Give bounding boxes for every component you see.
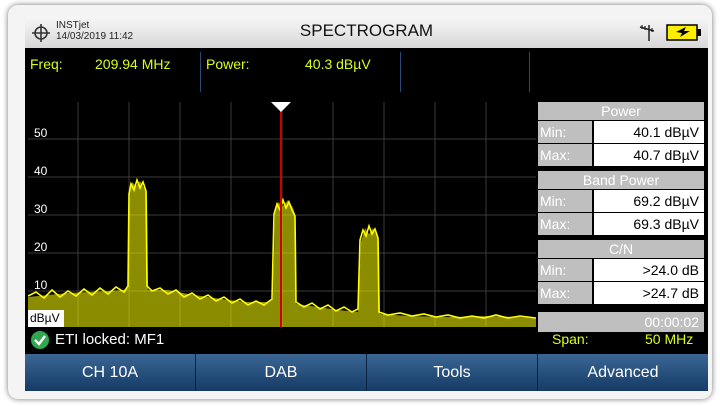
channel-button[interactable]: CH 10A (25, 354, 196, 391)
band-power-max-row: Max: 69.3 dBµV (538, 213, 704, 235)
span-label: Span: (552, 331, 589, 347)
spectrum-graph (28, 102, 536, 327)
band-power-min-value: 69.2 dBµV (594, 190, 704, 212)
cn-header: C/N (538, 240, 704, 258)
page-title: SPECTROGRAM (299, 21, 434, 40)
battery-icon (666, 24, 701, 41)
cn-min-row: Min: >24.0 dB (538, 259, 704, 281)
advanced-button[interactable]: Advanced (538, 354, 708, 391)
title-bar: INSTjet 14/03/2019 11:42 SPECTROGRAM (25, 17, 708, 49)
y-unit-label: dBµV (28, 310, 64, 327)
band-power-header: Band Power (538, 171, 704, 189)
min-label: Min: (538, 259, 592, 281)
softkey-bar: CH 10A DAB Tools Advanced (25, 354, 708, 391)
freq-label: Freq: (30, 56, 63, 72)
band-power-min-row: Min: 69.2 dBµV (538, 190, 704, 212)
freq-value: 209.94 MHz (95, 56, 171, 72)
min-label: Min: (538, 121, 592, 143)
cn-max-value: >24.7 dB (594, 282, 704, 304)
power-label: Power: (206, 56, 250, 72)
y-tick-label: 50 (34, 126, 48, 140)
marker-arrow[interactable] (271, 102, 291, 112)
separator (400, 52, 401, 92)
max-label: Max: (538, 282, 592, 304)
max-label: Max: (538, 144, 592, 166)
band-power-max-value: 69.3 dBµV (594, 213, 704, 235)
power-max-row: Max: 40.7 dBµV (538, 144, 704, 166)
cn-min-value: >24.0 dB (594, 259, 704, 281)
power-min-row: Min: 40.1 dBµV (538, 121, 704, 143)
status-bar: ETI locked: MF1 Span: 50 MHz (25, 328, 708, 353)
power-max-value: 40.7 dBµV (594, 144, 704, 166)
y-tick-label: 40 (34, 164, 48, 178)
cn-max-row: Max: >24.7 dB (538, 282, 704, 304)
power-header: Power (538, 102, 704, 120)
measurement-bar: Freq: 209.94 MHz Power: 40.3 dBµV (25, 48, 708, 95)
power-min-value: 40.1 dBµV (594, 121, 704, 143)
min-label: Min: (538, 190, 592, 212)
max-label: Max: (538, 213, 592, 235)
analyzer-screen: INSTjet 14/03/2019 11:42 SPECTROGRAM Fre… (25, 17, 708, 391)
y-tick-label: 20 (34, 240, 48, 254)
tools-button[interactable]: Tools (367, 354, 538, 391)
device-frame: INSTjet 14/03/2019 11:42 SPECTROGRAM Fre… (8, 5, 712, 399)
power-value: 40.3 dBµV (305, 56, 371, 72)
antenna-icon (639, 25, 655, 41)
span-value: 50 MHz (645, 331, 694, 347)
lock-status: ETI locked: MF1 (55, 331, 165, 348)
checkmark-icon (31, 331, 49, 349)
y-tick-label: 10 (34, 278, 48, 292)
spectrum-plot[interactable]: 50 40 30 20 10 dBµV (28, 102, 536, 327)
y-tick-label: 30 (34, 202, 48, 216)
separator (200, 52, 201, 92)
readings-panel: Power Min: 40.1 dBµV Max: 40.7 dBµV Band… (538, 102, 704, 332)
dab-button[interactable]: DAB (196, 354, 367, 391)
separator (529, 52, 530, 92)
